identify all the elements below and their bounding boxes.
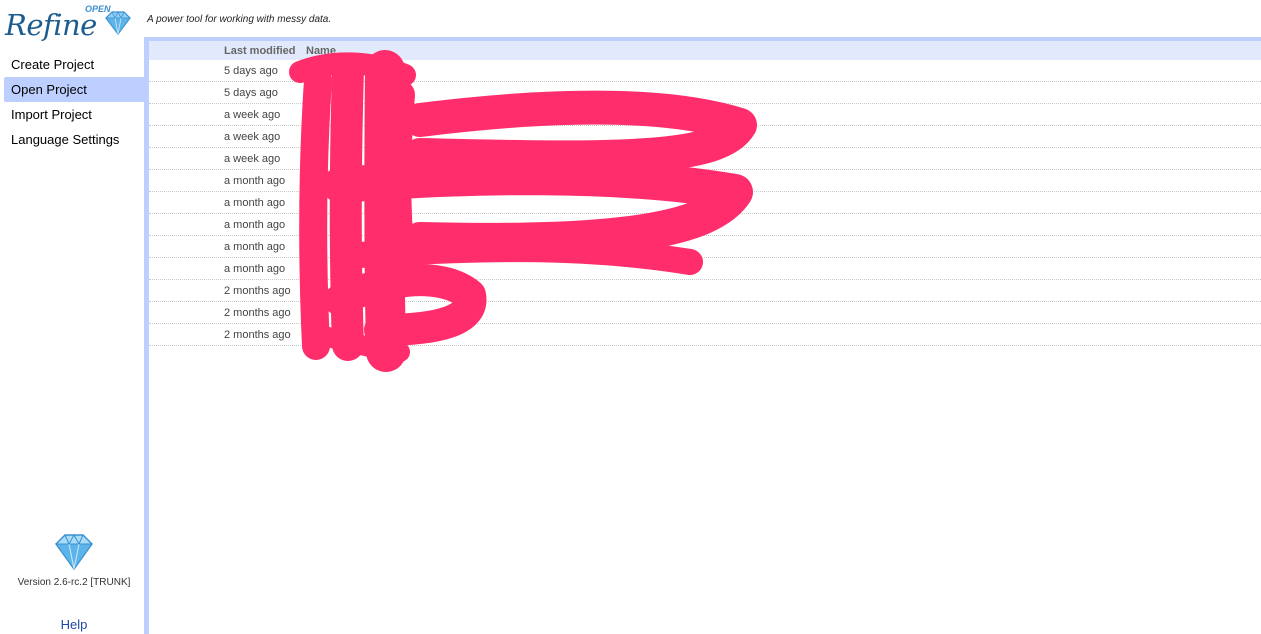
openrefine-logo: Refine OPEN [5, 4, 135, 42]
table-row[interactable]: a week ago [149, 104, 1261, 126]
logo-word: Refine [5, 8, 97, 42]
table-row[interactable]: 2 months ago [149, 302, 1261, 324]
projects-table: Last modified Name 5 days ago 5 days ago… [149, 41, 1261, 634]
table-row[interactable]: a month ago [149, 170, 1261, 192]
table-row[interactable]: 2 months ago [149, 324, 1261, 346]
help-link[interactable]: Help [0, 617, 148, 632]
column-header-last-modified[interactable]: Last modified [224, 45, 296, 57]
table-row[interactable]: a week ago [149, 126, 1261, 148]
last-modified-cell: a week ago [224, 153, 281, 165]
last-modified-cell: 5 days ago [224, 65, 278, 77]
last-modified-cell: a month ago [224, 175, 286, 187]
last-modified-cell: a month ago [224, 197, 286, 209]
project-rows: 5 days ago 5 days ago a week ago a week … [149, 60, 1261, 346]
table-row[interactable]: a month ago [149, 236, 1261, 258]
last-modified-cell: 2 months ago [224, 329, 291, 341]
last-modified-cell: 2 months ago [224, 307, 291, 319]
diamond-icon [55, 533, 93, 571]
table-row[interactable]: a week ago [149, 148, 1261, 170]
last-modified-cell: a month ago [224, 263, 286, 275]
diamond-icon [105, 11, 131, 35]
column-header-name[interactable]: Name [306, 45, 336, 57]
last-modified-cell: 5 days ago [224, 87, 278, 99]
last-modified-cell: a week ago [224, 131, 281, 143]
tagline: A power tool for working with messy data… [147, 14, 332, 25]
table-row[interactable]: 2 months ago [149, 280, 1261, 302]
last-modified-cell: a month ago [224, 219, 286, 231]
table-row[interactable]: 5 days ago [149, 60, 1261, 82]
table-header: Last modified Name [149, 41, 1261, 60]
nav-import-project[interactable]: Import Project [0, 102, 144, 127]
nav-open-project[interactable]: Open Project [4, 77, 144, 102]
nav-create-project[interactable]: Create Project [0, 52, 144, 77]
projects-panel: Last modified Name 5 days ago 5 days ago… [144, 37, 1261, 634]
nav-language-settings[interactable]: Language Settings [0, 127, 144, 152]
table-row[interactable]: 5 days ago [149, 82, 1261, 104]
last-modified-cell: a week ago [224, 109, 281, 121]
last-modified-cell: 2 months ago [224, 285, 291, 297]
table-row[interactable]: a month ago [149, 258, 1261, 280]
left-nav: Create Project Open Project Import Proje… [0, 52, 144, 152]
table-row[interactable]: a month ago [149, 214, 1261, 236]
last-modified-cell: a month ago [224, 241, 286, 253]
version-label: Version 2.6-rc.2 [TRUNK] [17, 577, 131, 588]
table-row[interactable]: a month ago [149, 192, 1261, 214]
